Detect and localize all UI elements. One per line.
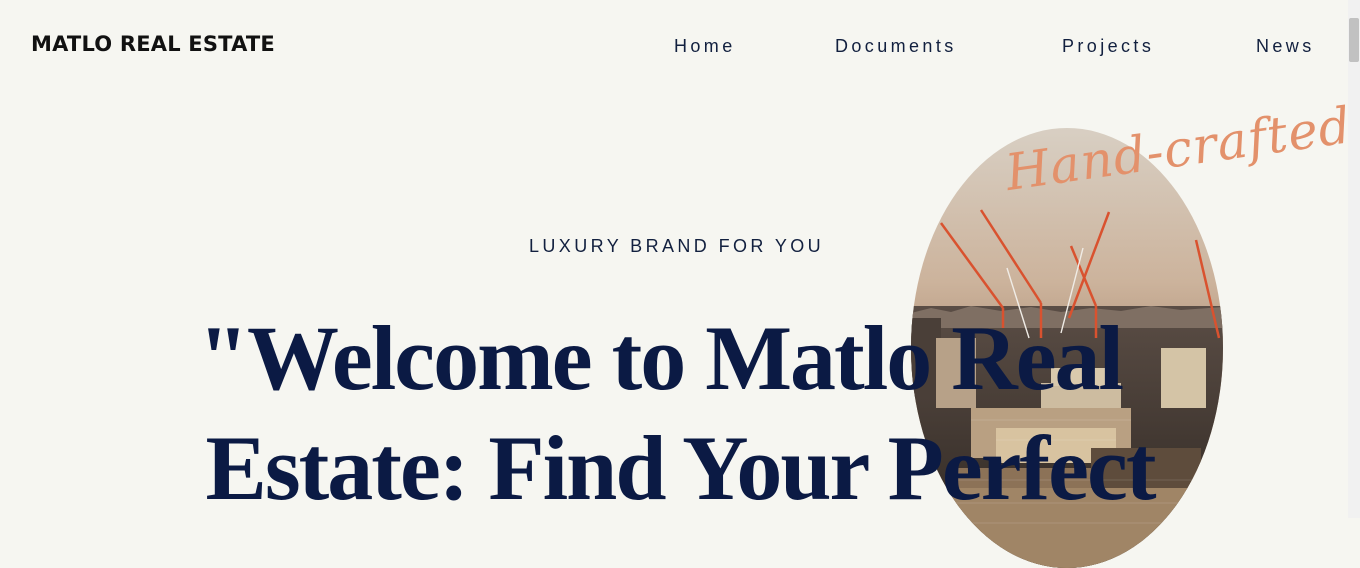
page-scrollbar[interactable] [1348,0,1360,518]
nav-home[interactable]: Home [674,36,736,57]
scrollbar-thumb[interactable] [1349,18,1359,62]
nav-news[interactable]: News [1256,36,1315,57]
nav-projects[interactable]: Projects [1062,36,1154,57]
handcrafted-script-text: Hand-crafted [1001,96,1356,202]
nav-documents[interactable]: Documents [835,36,957,57]
brand-logo[interactable]: MATLO REAL ESTATE [31,32,275,56]
hero-tagline: LUXURY BRAND FOR YOU [529,236,825,256]
site-header: MATLO REAL ESTATE Home Documents Project… [0,0,1348,92]
hero-headline-line1: "Welcome to Matlo Real [197,307,1124,409]
hero-headline-line2: Estate: Find Your Perfect [205,417,1157,519]
